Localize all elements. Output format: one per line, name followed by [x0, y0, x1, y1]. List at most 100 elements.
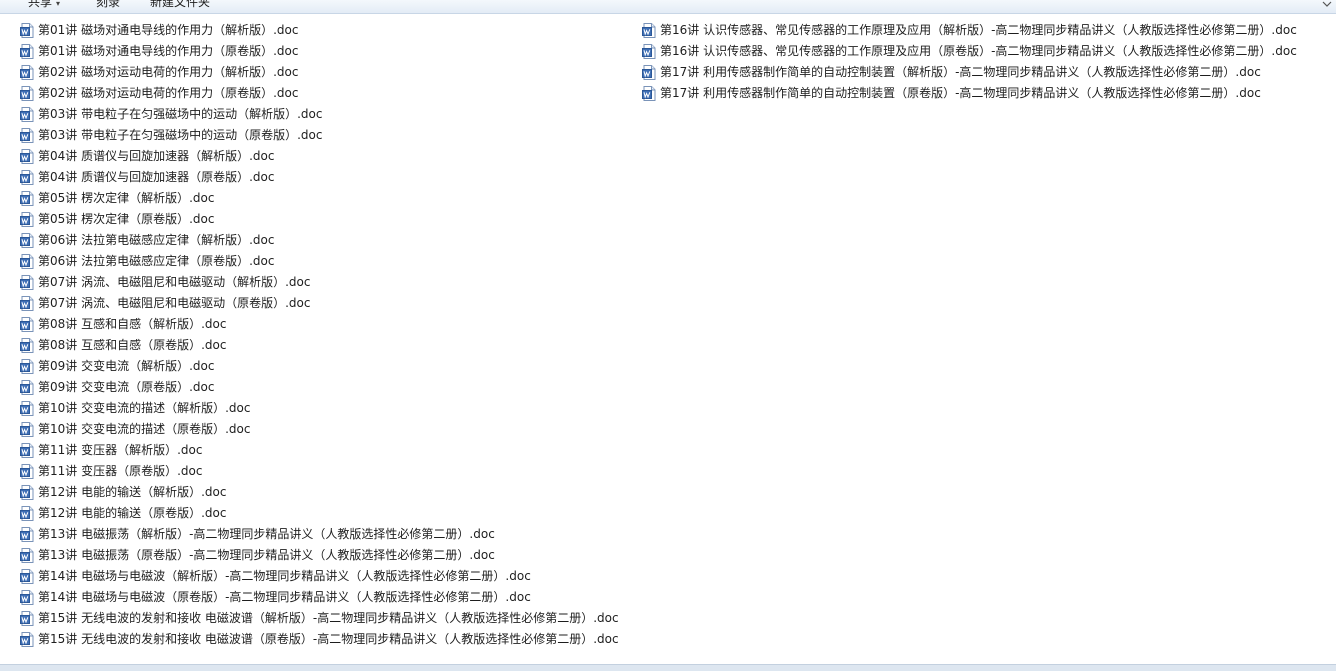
- file-name: 第08讲 互感和自感（解析版）.doc: [38, 317, 227, 331]
- word-document-icon: [20, 443, 34, 458]
- file-item[interactable]: 第05讲 楞次定律（原卷版）.doc: [20, 209, 619, 230]
- file-item[interactable]: 第04讲 质谱仪与回旋加速器（原卷版）.doc: [20, 167, 619, 188]
- file-name: 第11讲 变压器（解析版）.doc: [38, 443, 203, 457]
- file-item[interactable]: 第02讲 磁场对运动电荷的作用力（解析版）.doc: [20, 62, 619, 83]
- file-item[interactable]: 第15讲 无线电波的发射和接收 电磁波谱（原卷版）-高二物理同步精品讲义（人教版…: [20, 629, 619, 650]
- file-name: 第14讲 电磁场与电磁波（解析版）-高二物理同步精品讲义（人教版选择性必修第二册…: [38, 569, 531, 583]
- word-document-icon: [20, 569, 34, 584]
- file-name: 第16讲 认识传感器、常见传感器的工作原理及应用（原卷版）-高二物理同步精品讲义…: [660, 44, 1297, 58]
- file-name: 第13讲 电磁振荡（解析版）-高二物理同步精品讲义（人教版选择性必修第二册）.d…: [38, 527, 495, 541]
- file-name: 第13讲 电磁振荡（原卷版）-高二物理同步精品讲义（人教版选择性必修第二册）.d…: [38, 548, 495, 562]
- file-item[interactable]: 第09讲 交变电流（原卷版）.doc: [20, 377, 619, 398]
- file-name: 第15讲 无线电波的发射和接收 电磁波谱（解析版）-高二物理同步精品讲义（人教版…: [38, 611, 619, 625]
- file-item[interactable]: 第17讲 利用传感器制作简单的自动控制装置（原卷版）-高二物理同步精品讲义（人教…: [642, 83, 1297, 104]
- chevron-down-icon: [1322, 1, 1332, 7]
- file-item[interactable]: 第10讲 交变电流的描述（解析版）.doc: [20, 398, 619, 419]
- word-document-icon: [20, 359, 34, 374]
- file-item[interactable]: 第04讲 质谱仪与回旋加速器（解析版）.doc: [20, 146, 619, 167]
- file-item[interactable]: 第14讲 电磁场与电磁波（原卷版）-高二物理同步精品讲义（人教版选择性必修第二册…: [20, 587, 619, 608]
- file-item[interactable]: 第07讲 涡流、电磁阻尼和电磁驱动（原卷版）.doc: [20, 293, 619, 314]
- file-column-1: 第01讲 磁场对通电导线的作用力（解析版）.doc 第01讲 磁场对通电导线的作…: [20, 20, 619, 650]
- word-document-icon: [20, 254, 34, 269]
- file-name: 第10讲 交变电流的描述（解析版）.doc: [38, 401, 251, 415]
- word-document-icon: [20, 590, 34, 605]
- file-item[interactable]: 第05讲 楞次定律（解析版）.doc: [20, 188, 619, 209]
- file-item[interactable]: 第06讲 法拉第电磁感应定律（原卷版）.doc: [20, 251, 619, 272]
- explorer-window: 共享 ▾ 刻录 新建文件夹 第01讲 磁场对通电导线的作用力（解析版）.doc 第…: [0, 0, 1336, 671]
- new-folder-button[interactable]: 新建文件夹: [150, 0, 210, 9]
- word-document-icon: [642, 44, 656, 59]
- view-options-chevron-icon[interactable]: [1322, 0, 1332, 8]
- file-name: 第01讲 磁场对通电导线的作用力（原卷版）.doc: [38, 44, 299, 58]
- word-document-icon: [20, 275, 34, 290]
- file-name: 第09讲 交变电流（解析版）.doc: [38, 359, 215, 373]
- file-item[interactable]: 第12讲 电能的输送（原卷版）.doc: [20, 503, 619, 524]
- file-item[interactable]: 第16讲 认识传感器、常见传感器的工作原理及应用（解析版）-高二物理同步精品讲义…: [642, 20, 1297, 41]
- word-document-icon: [20, 191, 34, 206]
- status-bar: [0, 664, 1336, 671]
- word-document-icon: [20, 464, 34, 479]
- file-name: 第07讲 涡流、电磁阻尼和电磁驱动（原卷版）.doc: [38, 296, 311, 310]
- file-name: 第03讲 带电粒子在匀强磁场中的运动（原卷版）.doc: [38, 128, 323, 142]
- word-document-icon: [642, 23, 656, 38]
- file-item[interactable]: 第06讲 法拉第电磁感应定律（解析版）.doc: [20, 230, 619, 251]
- file-item[interactable]: 第01讲 磁场对通电导线的作用力（解析版）.doc: [20, 20, 619, 41]
- word-document-icon: [20, 611, 34, 626]
- file-item[interactable]: 第13讲 电磁振荡（解析版）-高二物理同步精品讲义（人教版选择性必修第二册）.d…: [20, 524, 619, 545]
- file-item[interactable]: 第11讲 变压器（解析版）.doc: [20, 440, 619, 461]
- file-item[interactable]: 第08讲 互感和自感（原卷版）.doc: [20, 335, 619, 356]
- word-document-icon: [642, 86, 656, 101]
- word-document-icon: [20, 44, 34, 59]
- word-document-icon: [20, 632, 34, 647]
- file-item[interactable]: 第01讲 磁场对通电导线的作用力（原卷版）.doc: [20, 41, 619, 62]
- file-name: 第15讲 无线电波的发射和接收 电磁波谱（原卷版）-高二物理同步精品讲义（人教版…: [38, 632, 619, 646]
- word-document-icon: [20, 317, 34, 332]
- word-document-icon: [20, 170, 34, 185]
- file-name: 第05讲 楞次定律（原卷版）.doc: [38, 212, 215, 226]
- file-item[interactable]: 第11讲 变压器（原卷版）.doc: [20, 461, 619, 482]
- file-item[interactable]: 第03讲 带电粒子在匀强磁场中的运动（解析版）.doc: [20, 104, 619, 125]
- file-name: 第12讲 电能的输送（原卷版）.doc: [38, 506, 227, 520]
- file-item[interactable]: 第09讲 交变电流（解析版）.doc: [20, 356, 619, 377]
- burn-button[interactable]: 刻录: [96, 0, 120, 9]
- word-document-icon: [20, 296, 34, 311]
- file-list: 第01讲 磁场对通电导线的作用力（解析版）.doc 第01讲 磁场对通电导线的作…: [0, 14, 1336, 664]
- word-document-icon: [20, 527, 34, 542]
- file-name: 第16讲 认识传感器、常见传感器的工作原理及应用（解析版）-高二物理同步精品讲义…: [660, 23, 1297, 37]
- file-item[interactable]: 第17讲 利用传感器制作简单的自动控制装置（解析版）-高二物理同步精品讲义（人教…: [642, 62, 1297, 83]
- file-name: 第17讲 利用传感器制作简单的自动控制装置（原卷版）-高二物理同步精品讲义（人教…: [660, 86, 1261, 100]
- file-name: 第02讲 磁场对运动电荷的作用力（原卷版）.doc: [38, 86, 299, 100]
- file-name: 第07讲 涡流、电磁阻尼和电磁驱动（解析版）.doc: [38, 275, 311, 289]
- file-item[interactable]: 第02讲 磁场对运动电荷的作用力（原卷版）.doc: [20, 83, 619, 104]
- word-document-icon: [20, 23, 34, 38]
- file-name: 第02讲 磁场对运动电荷的作用力（解析版）.doc: [38, 65, 299, 79]
- word-document-icon: [20, 86, 34, 101]
- file-name: 第06讲 法拉第电磁感应定律（解析版）.doc: [38, 233, 275, 247]
- file-item[interactable]: 第14讲 电磁场与电磁波（解析版）-高二物理同步精品讲义（人教版选择性必修第二册…: [20, 566, 619, 587]
- file-item[interactable]: 第12讲 电能的输送（解析版）.doc: [20, 482, 619, 503]
- burn-label: 刻录: [96, 0, 121, 9]
- file-item[interactable]: 第15讲 无线电波的发射和接收 电磁波谱（解析版）-高二物理同步精品讲义（人教版…: [20, 608, 619, 629]
- file-name: 第04讲 质谱仪与回旋加速器（原卷版）.doc: [38, 170, 275, 184]
- word-document-icon: [20, 233, 34, 248]
- word-document-icon: [20, 128, 34, 143]
- share-button[interactable]: 共享 ▾: [28, 0, 60, 11]
- file-column-2: 第16讲 认识传感器、常见传感器的工作原理及应用（解析版）-高二物理同步精品讲义…: [642, 20, 1297, 104]
- file-name: 第11讲 变压器（原卷版）.doc: [38, 464, 203, 478]
- word-document-icon: [20, 107, 34, 122]
- file-item[interactable]: 第07讲 涡流、电磁阻尼和电磁驱动（解析版）.doc: [20, 272, 619, 293]
- file-item[interactable]: 第03讲 带电粒子在匀强磁场中的运动（原卷版）.doc: [20, 125, 619, 146]
- word-document-icon: [20, 212, 34, 227]
- file-name: 第03讲 带电粒子在匀强磁场中的运动（解析版）.doc: [38, 107, 323, 121]
- word-document-icon: [20, 401, 34, 416]
- file-name: 第04讲 质谱仪与回旋加速器（解析版）.doc: [38, 149, 275, 163]
- word-document-icon: [20, 485, 34, 500]
- file-item[interactable]: 第13讲 电磁振荡（原卷版）-高二物理同步精品讲义（人教版选择性必修第二册）.d…: [20, 545, 619, 566]
- word-document-icon: [20, 65, 34, 80]
- file-item[interactable]: 第08讲 互感和自感（解析版）.doc: [20, 314, 619, 335]
- file-name: 第06讲 法拉第电磁感应定律（原卷版）.doc: [38, 254, 275, 268]
- share-label: 共享: [28, 0, 53, 9]
- word-document-icon: [20, 548, 34, 563]
- file-item[interactable]: 第10讲 交变电流的描述（原卷版）.doc: [20, 419, 619, 440]
- file-item[interactable]: 第16讲 认识传感器、常见传感器的工作原理及应用（原卷版）-高二物理同步精品讲义…: [642, 41, 1297, 62]
